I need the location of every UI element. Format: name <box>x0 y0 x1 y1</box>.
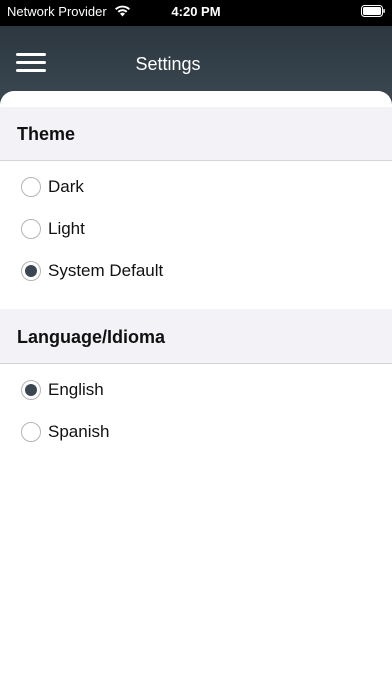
status-time: 4:20 PM <box>171 4 221 19</box>
section-title-theme: Theme <box>17 124 76 144</box>
radio-button[interactable] <box>21 219 41 239</box>
language-option-english[interactable]: English <box>0 371 392 411</box>
radio-button-selected[interactable] <box>21 380 41 400</box>
option-label: Dark <box>48 177 84 196</box>
section-header-language: Language/Idioma <box>0 309 392 364</box>
radio-button[interactable] <box>21 422 41 442</box>
option-label: System Default <box>48 261 164 280</box>
radio-button-selected[interactable] <box>21 261 41 281</box>
battery-icon <box>361 5 385 17</box>
page-title: Settings <box>135 54 201 74</box>
theme-option-dark[interactable]: Dark <box>0 168 392 208</box>
theme-option-light[interactable]: Light <box>0 210 392 250</box>
radio-button[interactable] <box>21 177 41 197</box>
option-label: Spanish <box>48 422 110 441</box>
section-title-language: Language/Idioma <box>17 327 166 347</box>
option-label: Light <box>48 219 85 238</box>
language-option-spanish[interactable]: Spanish <box>0 413 392 453</box>
theme-option-system-default[interactable]: System Default <box>0 252 392 292</box>
option-label: English <box>48 380 104 399</box>
section-header-theme: Theme <box>0 107 392 161</box>
app-header: Settings <box>0 26 392 98</box>
status-bar: Network Provider 4:20 PM <box>0 0 392 26</box>
settings-content: Theme Dark Light System Default Language… <box>0 91 392 696</box>
